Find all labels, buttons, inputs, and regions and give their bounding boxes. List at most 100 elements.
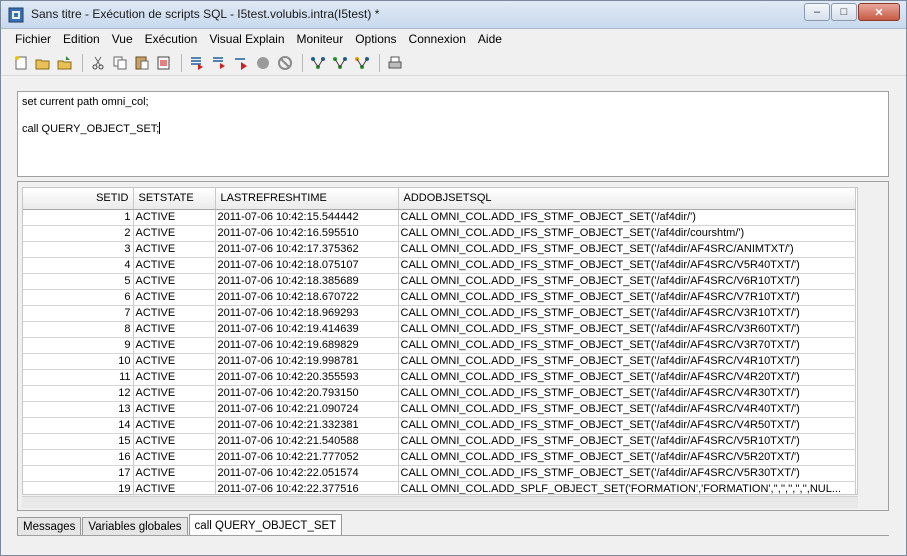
table-cell[interactable]: ACTIVE [133,401,216,418]
table-cell[interactable]: 2011-07-06 10:42:22.377516 [215,481,399,494]
table-cell[interactable]: 2011-07-06 10:42:21.090724 [215,401,399,418]
table-row[interactable]: 5 ACTIVE 2011-07-06 10:42:18.385689 CALL OM… [23,273,856,290]
table-row[interactable]: 15 ACTIVE 2011-07-06 10:42:21.540588 CALL O… [23,433,856,450]
print-icon[interactable] [154,53,174,73]
table-row[interactable]: 11 ACTIVE 2011-07-06 10:42:20.355593 CALL O… [23,369,856,386]
table-row[interactable]: 7 ACTIVE 2011-07-06 10:42:18.969293 CALL OM… [23,305,856,322]
new-icon[interactable] [11,53,31,73]
table-row[interactable]: 12 ACTIVE 2011-07-06 10:42:20.793150 CALL O… [23,385,856,402]
table-cell[interactable]: 2011-07-06 10:42:21.777052 [215,449,399,466]
table-cell[interactable]: 1 [23,209,134,226]
table-cell[interactable]: CALL OMNI_COL.ADD_IFS_STMF_OBJECT_SET('/… [398,417,856,434]
table-cell[interactable]: CALL OMNI_COL.ADD_IFS_STMF_OBJECT_SET('/… [398,449,856,466]
column-header-addobjsetsql[interactable]: ADDOBJSETSQL [398,188,856,210]
table-row[interactable]: 6 ACTIVE 2011-07-06 10:42:18.670722 CALL OM… [23,289,856,306]
table-row[interactable]: 9 ACTIVE 2011-07-06 10:42:19.689829 CALL OM… [23,337,856,354]
table-cell[interactable]: CALL OMNI_COL.ADD_IFS_STMF_OBJECT_SET('/… [398,241,856,258]
table-cell[interactable]: 19 [23,481,134,494]
table-row[interactable]: 17 ACTIVE 2011-07-06 10:42:22.051574 CALL O… [23,465,856,482]
menu-execution[interactable]: Exécution [139,29,204,49]
title-bar[interactable]: Sans titre - Exécution de scripts SQL - … [1,1,906,29]
table-cell[interactable]: 11 [23,369,134,386]
tab-messages[interactable]: Messages [17,517,82,536]
column-header-setid[interactable]: SETID [23,188,134,210]
table-cell[interactable]: 6 [23,289,134,306]
table-cell[interactable]: ACTIVE [133,433,216,450]
table-cell[interactable]: ACTIVE [133,417,216,434]
table-cell[interactable]: 8 [23,321,134,338]
table-cell[interactable]: CALL OMNI_COL.ADD_IFS_STMF_OBJECT_SET('/… [398,321,856,338]
table-cell[interactable]: ACTIVE [133,369,216,386]
table-cell[interactable]: ACTIVE [133,337,216,354]
table-cell[interactable]: ACTIVE [133,305,216,322]
table-row[interactable]: 19 ACTIVE 2011-07-06 10:42:22.377516 CALL O… [23,481,856,494]
table-row[interactable]: 4 ACTIVE 2011-07-06 10:42:18.075107 CALL OM… [23,257,856,274]
table-cell[interactable]: 13 [23,401,134,418]
table-cell[interactable]: ACTIVE [133,321,216,338]
table-row[interactable]: 14 ACTIVE 2011-07-06 10:42:21.332381 CALL O… [23,417,856,434]
paste-icon[interactable] [132,53,152,73]
menu-options[interactable]: Options [349,29,402,49]
table-cell[interactable]: 9 [23,337,134,354]
table-row[interactable]: 8 ACTIVE 2011-07-06 10:42:19.414639 CALL OM… [23,321,856,338]
table-cell[interactable]: 5 [23,273,134,290]
menu-fichier[interactable]: Fichier [9,29,57,49]
table-cell[interactable]: ACTIVE [133,209,216,226]
table-row[interactable]: 13 ACTIVE 2011-07-06 10:42:21.090724 CALL O… [23,401,856,418]
table-cell[interactable]: ACTIVE [133,257,216,274]
table-cell[interactable]: 2011-07-06 10:42:18.385689 [215,273,399,290]
table-cell[interactable]: 2011-07-06 10:42:22.051574 [215,465,399,482]
menu-aide[interactable]: Aide [472,29,508,49]
stop-icon[interactable] [253,53,273,73]
table-cell[interactable]: ACTIVE [133,289,216,306]
table-cell[interactable]: 2011-07-06 10:42:21.540588 [215,433,399,450]
table-cell[interactable]: 2011-07-06 10:42:19.998781 [215,353,399,370]
table-cell[interactable]: 2011-07-06 10:42:18.075107 [215,257,399,274]
table-cell[interactable]: CALL OMNI_COL.ADD_IFS_STMF_OBJECT_SET('/… [398,433,856,450]
table-cell[interactable]: CALL OMNI_COL.ADD_IFS_STMF_OBJECT_SET('/… [398,273,856,290]
menu-vue[interactable]: Vue [106,29,139,49]
table-cell[interactable]: 4 [23,257,134,274]
table-cell[interactable]: 17 [23,465,134,482]
visual-explain-icon[interactable] [352,53,372,73]
sql-editor[interactable]: set current path omni_col; call QUERY_OB… [17,91,889,177]
table-cell[interactable]: 2 [23,225,134,242]
table-cell[interactable]: CALL OMNI_COL.ADD_IFS_STMF_OBJECT_SET('/… [398,289,856,306]
cancel-icon[interactable] [275,53,295,73]
menu-connexion[interactable]: Connexion [403,29,472,49]
table-cell[interactable]: CALL OMNI_COL.ADD_IFS_STMF_OBJECT_SET('/… [398,353,856,370]
results-grid[interactable]: SETID SETSTATE LASTREFRESHTIME ADDOBJSET… [22,187,858,495]
table-row[interactable]: 2 ACTIVE 2011-07-06 10:42:16.595510 CALL OM… [23,225,856,242]
table-cell[interactable]: 15 [23,433,134,450]
explain-icon[interactable] [308,53,328,73]
table-cell[interactable]: CALL OMNI_COL.ADD_IFS_STMF_OBJECT_SET('/… [398,465,856,482]
maximize-button[interactable]: □ [831,3,857,21]
table-cell[interactable]: 2011-07-06 10:42:15.544442 [215,209,399,226]
horizontal-scrollbar[interactable] [22,496,858,508]
run-all-icon[interactable] [187,53,207,73]
table-cell[interactable]: 16 [23,449,134,466]
table-cell[interactable]: 2011-07-06 10:42:20.355593 [215,369,399,386]
table-cell[interactable]: ACTIVE [133,241,216,258]
copy-icon[interactable] [110,53,130,73]
print-setup-icon[interactable] [385,53,405,73]
table-cell[interactable]: 12 [23,385,134,402]
tab-variables-globales[interactable]: Variables globales [82,517,188,536]
table-cell[interactable]: CALL OMNI_COL.ADD_IFS_STMF_OBJECT_SET('/… [398,225,856,242]
table-cell[interactable]: 2011-07-06 10:42:16.595510 [215,225,399,242]
tab-query-result[interactable]: call QUERY_OBJECT_SET [188,514,343,536]
save-icon[interactable] [55,53,75,73]
table-cell[interactable]: ACTIVE [133,273,216,290]
menu-edition[interactable]: Edition [57,29,106,49]
table-cell[interactable]: ACTIVE [133,465,216,482]
table-cell[interactable]: 7 [23,305,134,322]
table-row[interactable]: 16 ACTIVE 2011-07-06 10:42:21.777052 CALL O… [23,449,856,466]
menu-visual-explain[interactable]: Visual Explain [203,29,290,49]
cut-icon[interactable] [88,53,108,73]
minimize-button[interactable]: – [804,3,830,21]
table-cell[interactable]: 2011-07-06 10:42:17.375362 [215,241,399,258]
table-cell[interactable]: ACTIVE [133,385,216,402]
run-explain-icon[interactable] [330,53,350,73]
close-button[interactable]: ✕ [858,3,900,21]
table-cell[interactable]: 10 [23,353,134,370]
